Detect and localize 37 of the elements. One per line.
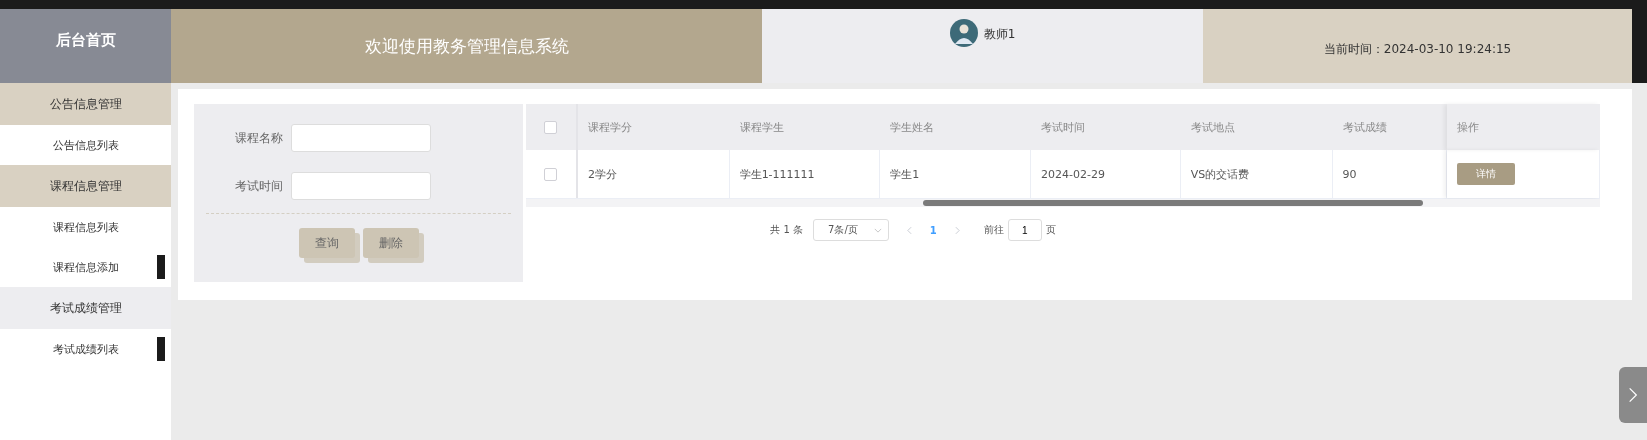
table-cell: 学生1 — [890, 166, 920, 182]
table-cell: 90 — [1342, 167, 1357, 181]
table-cell: 2024-02-29 — [1041, 167, 1105, 181]
table-cell: 2学分 — [587, 166, 617, 182]
menu-item[interactable]: 课程信息管理 — [0, 165, 171, 207]
page-input[interactable]: 1 — [1007, 219, 1042, 241]
column-header: 考试地点 — [1190, 119, 1235, 135]
chevron-right-icon — [1628, 386, 1638, 404]
column-header: 课程学分 — [587, 119, 632, 135]
goto-label: 前往 — [983, 223, 1004, 237]
avatar-icon — [949, 19, 978, 47]
column-header: 考试时间 — [1041, 119, 1086, 135]
column-header: 操作 — [1457, 119, 1480, 135]
menu-item[interactable]: 考试成绩管理 — [0, 287, 171, 329]
menu-item[interactable]: 公告信息管理 — [0, 83, 171, 125]
input-field[interactable] — [291, 124, 431, 152]
input-field[interactable] — [291, 172, 431, 200]
scrollbar-thumb[interactable] — [923, 200, 1423, 206]
total-count: 共 1 条 — [770, 223, 803, 237]
page-unit: 页 — [1045, 223, 1056, 237]
checkbox[interactable] — [544, 167, 558, 181]
welcome-title: 欢迎使用教务管理信息系统 — [364, 34, 569, 58]
checkbox[interactable] — [544, 120, 558, 134]
column-header: 课程学生 — [739, 119, 784, 135]
current-time: 当前时间：2024-03-10 19:24:15 — [1323, 40, 1512, 58]
table-cell: 学生1-111111 — [739, 166, 815, 182]
table-cell: VS的交话费 — [1190, 166, 1250, 182]
column-header: 考试成绩 — [1342, 119, 1387, 135]
field-label: 考试时间 — [235, 177, 283, 195]
chevron-down-icon — [873, 227, 882, 233]
user-name: 教师1 — [983, 26, 1016, 43]
previous-page-icon[interactable] — [906, 225, 912, 235]
column-header: 学生姓名 — [890, 119, 935, 135]
next-button[interactable] — [1619, 367, 1647, 423]
field-label: 课程名称 — [235, 129, 283, 147]
page-size-select[interactable]: 7条/页 — [813, 219, 889, 241]
next-page-icon[interactable] — [954, 225, 960, 235]
